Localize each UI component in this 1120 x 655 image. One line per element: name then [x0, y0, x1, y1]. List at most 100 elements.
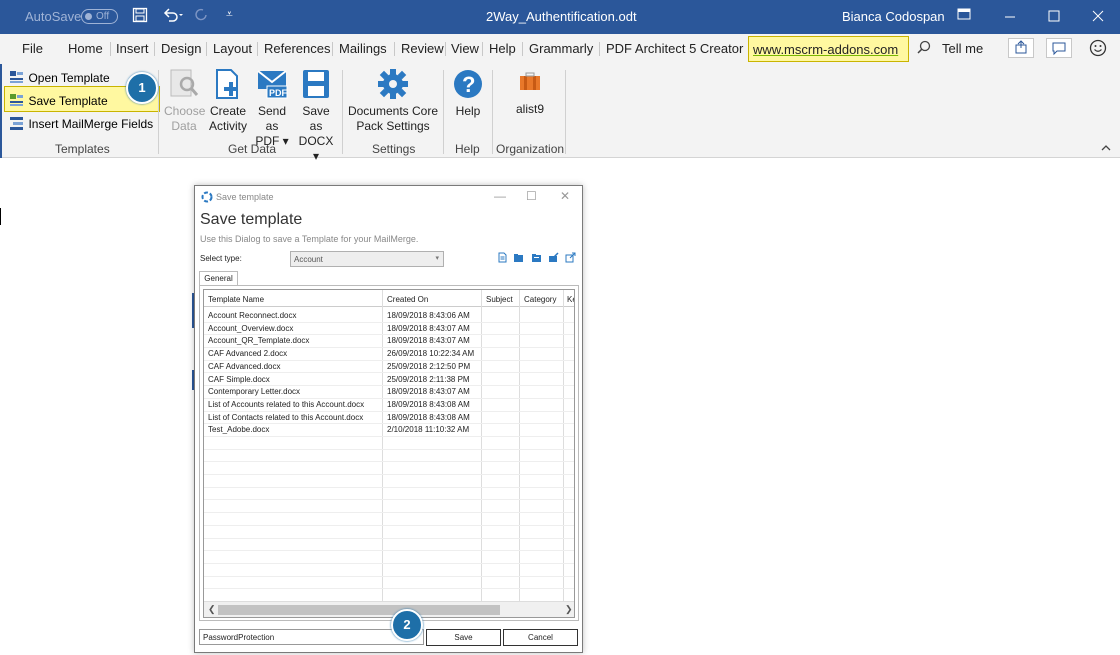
- template-name-input[interactable]: PasswordProtection: [199, 629, 424, 645]
- scrollbar-thumb[interactable]: [218, 605, 500, 615]
- share-icon[interactable]: [1008, 38, 1034, 61]
- table-row[interactable]: [204, 539, 574, 552]
- dialog-close-icon[interactable]: ✕: [560, 189, 570, 203]
- search-icon[interactable]: [917, 40, 931, 57]
- help-button[interactable]: ? Help: [449, 68, 487, 119]
- table-row[interactable]: CAF Simple.docx 25/09/2018 2:11:38 PM: [204, 374, 574, 387]
- table-row[interactable]: List of Accounts related to this Account…: [204, 399, 574, 412]
- mscrm-addons-link[interactable]: www.mscrm-addons.com: [748, 36, 909, 62]
- table-row[interactable]: [204, 551, 574, 564]
- choose-data-icon: [170, 69, 199, 97]
- table-row[interactable]: [204, 450, 574, 463]
- column-template-name[interactable]: Template Name: [208, 295, 264, 304]
- table-row[interactable]: Test_Adobe.docx 2/10/2018 11:10:32 AM: [204, 424, 574, 437]
- save-template-button[interactable]: Save Template: [9, 92, 108, 110]
- new-document-icon[interactable]: [497, 252, 508, 263]
- callout-1: 1: [126, 72, 158, 104]
- folder-edit-icon[interactable]: [548, 252, 559, 263]
- table-row[interactable]: Account Reconnect.docx 18/09/2018 8:43:06…: [204, 310, 574, 323]
- table-row[interactable]: [204, 437, 574, 450]
- close-icon[interactable]: [1092, 9, 1104, 27]
- template-name-cell: Account_Overview.docx: [208, 323, 294, 333]
- user-name[interactable]: Bianca Codospan: [842, 9, 945, 24]
- table-row[interactable]: [204, 475, 574, 488]
- cancel-button[interactable]: Cancel: [503, 629, 578, 646]
- dialog-minimize-icon[interactable]: —: [494, 189, 506, 203]
- menu-file[interactable]: File: [22, 41, 43, 56]
- table-row[interactable]: CAF Advanced.docx 25/09/2018 2:12:50 PM: [204, 361, 574, 374]
- created-on-cell: 26/09/2018 10:22:34 AM: [387, 349, 475, 359]
- menu-help[interactable]: Help: [489, 41, 516, 56]
- create-activity-button[interactable]: Create Activity: [207, 68, 249, 134]
- send-as-pdf-button[interactable]: PDF Send as PDF ▾: [251, 68, 293, 149]
- save-button[interactable]: Save: [426, 629, 501, 646]
- chevron-down-icon: ▾: [435, 255, 439, 262]
- organization-button[interactable]: alist9: [510, 70, 550, 117]
- menu-pdf-architect[interactable]: PDF Architect 5 Creator: [606, 41, 743, 56]
- folder-icon[interactable]: [531, 252, 542, 263]
- created-on-cell: 18/09/2018 8:43:07 AM: [387, 323, 470, 333]
- table-row[interactable]: CAF Advanced 2.docx 26/09/2018 10:22:34 A…: [204, 348, 574, 361]
- insert-mailmerge-fields-button[interactable]: Insert MailMerge Fields: [9, 115, 153, 133]
- maximize-icon[interactable]: [1048, 9, 1060, 27]
- menu-view[interactable]: View: [451, 41, 479, 56]
- group-label-get-data: Get Data: [228, 142, 277, 156]
- select-type-dropdown[interactable]: Account ▾: [290, 251, 444, 267]
- open-template-button[interactable]: Open Template: [9, 69, 110, 87]
- column-created-on[interactable]: Created On: [387, 295, 428, 304]
- collapse-ribbon-icon[interactable]: [1101, 143, 1111, 155]
- table-row[interactable]: Account_Overview.docx 18/09/2018 8:43:07 …: [204, 323, 574, 336]
- menu-mailings[interactable]: Mailings: [339, 41, 387, 56]
- folder-open-icon[interactable]: [513, 252, 524, 263]
- menu-references[interactable]: References: [264, 41, 330, 56]
- table-row[interactable]: [204, 462, 574, 476]
- menu-bar: File Home Insert Design Layout Reference…: [0, 34, 1120, 64]
- gear-icon: [378, 69, 408, 99]
- tell-me[interactable]: Tell me: [942, 41, 983, 56]
- created-on-cell: 2/10/2018 11:10:32 AM: [387, 425, 470, 435]
- menu-design[interactable]: Design: [161, 41, 201, 56]
- organization-label: alist9: [515, 102, 544, 116]
- dialog-subtitle: Use this Dialog to save a Template for y…: [200, 234, 419, 244]
- save-icon[interactable]: [132, 7, 148, 28]
- scroll-right-icon[interactable]: ❯: [565, 604, 573, 615]
- autosave-toggle[interactable]: Off: [81, 9, 118, 24]
- table-row[interactable]: Account_QR_Template.docx 18/09/2018 8:43:…: [204, 335, 574, 349]
- menu-review[interactable]: Review: [401, 41, 444, 56]
- menu-home[interactable]: Home: [68, 41, 103, 56]
- minimize-icon[interactable]: [1004, 9, 1016, 27]
- table-row[interactable]: [204, 526, 574, 539]
- menu-grammarly[interactable]: Grammarly: [529, 41, 593, 56]
- dialog-maximize-icon[interactable]: ☐: [526, 189, 537, 203]
- save-template-label: Save Template: [28, 94, 108, 108]
- column-category[interactable]: Category: [524, 295, 556, 304]
- scroll-left-icon[interactable]: ❮: [208, 604, 216, 615]
- table-row[interactable]: [204, 501, 574, 514]
- horizontal-scrollbar[interactable]: ❮ ❯: [204, 601, 574, 617]
- documents-core-settings-button[interactable]: Documents Core Pack Settings: [347, 68, 439, 134]
- created-on-cell: 18/09/2018 8:43:07 AM: [387, 387, 470, 397]
- table-row[interactable]: [204, 513, 574, 526]
- table-row[interactable]: Contemporary Letter.docx 18/09/2018 8:43:…: [204, 386, 574, 399]
- table-row[interactable]: List of Contacts related to this Account…: [204, 412, 574, 425]
- comments-icon[interactable]: [1046, 38, 1072, 61]
- menu-insert[interactable]: Insert: [116, 41, 149, 56]
- dialog-window-title: Save template: [216, 192, 274, 202]
- template-name-cell: CAF Advanced 2.docx: [208, 349, 288, 359]
- customize-toolbar-icon[interactable]: ⩡: [226, 7, 233, 22]
- table-row[interactable]: [204, 564, 574, 577]
- menu-layout[interactable]: Layout: [213, 41, 252, 56]
- choose-data-button: Choose Data: [164, 68, 205, 134]
- created-on-cell: 25/09/2018 2:11:38 PM: [387, 374, 470, 384]
- external-link-icon[interactable]: [565, 252, 576, 263]
- table-row[interactable]: [204, 577, 574, 590]
- save-as-docx-button[interactable]: Save as DOCX ▾: [295, 68, 337, 164]
- column-subject[interactable]: Subject: [486, 295, 513, 304]
- tab-general[interactable]: General: [199, 271, 238, 286]
- save-template-dialog: Save template — ☐ ✕ Save template Use th…: [194, 185, 583, 653]
- undo-icon[interactable]: [162, 7, 184, 28]
- ribbon-display-icon[interactable]: [957, 7, 971, 25]
- column-ke[interactable]: Ke: [567, 295, 574, 304]
- feedback-smiley-icon[interactable]: [1089, 39, 1107, 60]
- table-row[interactable]: [204, 488, 574, 501]
